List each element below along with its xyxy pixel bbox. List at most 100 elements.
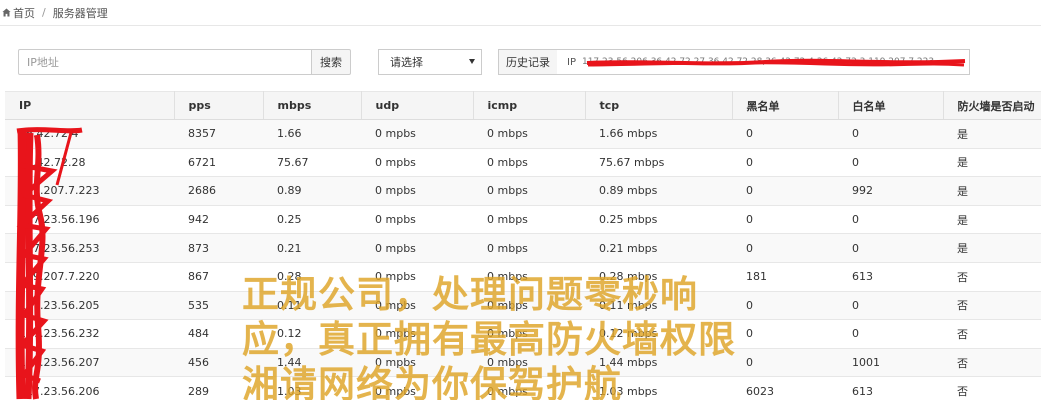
cell-udp: 0 mpbs <box>361 119 473 149</box>
column-header-firewall[interactable]: 防火墙是否启动 <box>943 91 1041 120</box>
cell-ip: 36.42.72.28 <box>5 148 174 178</box>
cell-blacklist: 0 <box>732 205 838 235</box>
table-row[interactable]: 117.23.56.253 873 0.21 0 mpbs 0 mbps 0.2… <box>5 233 1041 263</box>
cell-icmp: 0 mbps <box>473 262 585 292</box>
table-row[interactable]: 117.23.56.196 942 0.25 0 mpbs 0 mbps 0.2… <box>5 205 1041 235</box>
cell-ip: 117.23.56.207 <box>5 348 174 378</box>
cell-tcp: 0.25 mbps <box>585 205 732 235</box>
cell-pps: 2686 <box>174 176 263 206</box>
server-table: IP pps mbps udp icmp tcp 黑名单 白名单 防火墙是否启动… <box>5 91 1041 400</box>
column-header-tcp[interactable]: tcp <box>585 91 733 120</box>
cell-mbps: 75.67 <box>263 148 361 178</box>
cell-udp: 0 mpbs <box>361 148 473 178</box>
cell-udp: 0 mpbs <box>361 291 473 321</box>
server-select-value: 请选择 <box>390 56 423 69</box>
cell-udp: 0 mpbs <box>361 319 473 349</box>
table-row[interactable]: 117.23.56.232 484 0.12 0 mpbs 0 mbps 0.1… <box>5 319 1041 349</box>
cell-firewall: 否 <box>943 319 1041 349</box>
cell-tcp: 1.66 mbps <box>585 119 732 149</box>
breadcrumb-separator: / <box>42 6 46 19</box>
cell-mbps: 0.28 <box>263 262 361 292</box>
cell-firewall: 是 <box>943 205 1041 235</box>
cell-pps: 289 <box>174 376 263 400</box>
cell-udp: 0 mpbs <box>361 176 473 206</box>
history-label: 历史记录 <box>498 49 558 75</box>
table-row[interactable]: 117.23.56.205 535 0.11 0 mpbs 0 mbps 0.1… <box>5 291 1041 321</box>
cell-pps: 456 <box>174 348 263 378</box>
search-button[interactable]: 搜索 <box>311 49 351 75</box>
column-header-whitelist[interactable]: 白名单 <box>838 91 944 120</box>
cell-icmp: 0 mbps <box>473 233 585 263</box>
cell-udp: 0 mpbs <box>361 376 473 400</box>
cell-udp: 0 mpbs <box>361 348 473 378</box>
cell-firewall: 是 <box>943 233 1041 263</box>
column-header-udp[interactable]: udp <box>361 91 474 120</box>
cell-blacklist: 181 <box>732 262 838 292</box>
cell-udp: 0 mpbs <box>361 205 473 235</box>
cell-mbps: 1.44 <box>263 348 361 378</box>
cell-ip: 119.207.7.220 <box>5 262 174 292</box>
column-header-pps[interactable]: pps <box>174 91 264 120</box>
cell-mbps: 0.21 <box>263 233 361 263</box>
cell-tcp: 1.03 mbps <box>585 376 732 400</box>
toolbar: 搜索 请选择 历史记录 IP 117.23.56.206,36.42.72.27… <box>0 26 1041 90</box>
cell-whitelist: 1001 <box>838 348 943 378</box>
cell-icmp: 0 mbps <box>473 319 585 349</box>
cell-blacklist: 0 <box>732 291 838 321</box>
table-row[interactable]: 117.23.56.206 289 1.03 0 mpbs 0 mbps 1.0… <box>5 376 1041 400</box>
cell-blacklist: 0 <box>732 348 838 378</box>
cell-firewall: 否 <box>943 376 1041 400</box>
cell-firewall: 否 <box>943 348 1041 378</box>
cell-mbps: 1.66 <box>263 119 361 149</box>
column-header-blacklist[interactable]: 黑名单 <box>732 91 839 120</box>
cell-ip: 117.23.56.253 <box>5 233 174 263</box>
breadcrumb: 首页 / 服务器管理 <box>0 0 1041 26</box>
cell-ip: 117.23.56.196 <box>5 205 174 235</box>
cell-firewall: 是 <box>943 176 1041 206</box>
cell-icmp: 0 mbps <box>473 148 585 178</box>
cell-tcp: 1.44 mbps <box>585 348 732 378</box>
cell-pps: 484 <box>174 319 263 349</box>
cell-ip: 117.23.56.206 <box>5 376 174 400</box>
cell-firewall: 否 <box>943 291 1041 321</box>
cell-firewall: 否 <box>943 262 1041 292</box>
history-box[interactable]: IP 117.23.56.206,36.42.72.27,36.42.72.28… <box>557 49 970 75</box>
table-row[interactable]: 36.42.72.4 8357 1.66 0 mpbs 0 mbps 1.66 … <box>5 119 1041 149</box>
cell-ip: 117.23.56.232 <box>5 319 174 349</box>
cell-ip: 119.207.7.223 <box>5 176 174 206</box>
column-header-ip[interactable]: IP <box>5 91 175 120</box>
column-header-mbps[interactable]: mbps <box>263 91 362 120</box>
cell-blacklist: 0 <box>732 148 838 178</box>
cell-blacklist: 0 <box>732 319 838 349</box>
cell-mbps: 0.25 <box>263 205 361 235</box>
cell-tcp: 0.12 mbps <box>585 319 732 349</box>
table-header-row: IP pps mbps udp icmp tcp 黑名单 白名单 防火墙是否启动 <box>5 91 1041 120</box>
cell-blacklist: 0 <box>732 233 838 263</box>
cell-pps: 535 <box>174 291 263 321</box>
cell-pps: 8357 <box>174 119 263 149</box>
cell-ip: 117.23.56.205 <box>5 291 174 321</box>
cell-icmp: 0 mbps <box>473 376 585 400</box>
history-text: 117.23.56.206,36.42.72.27,36.42.72.28,36… <box>581 57 937 67</box>
cell-icmp: 0 mbps <box>473 205 585 235</box>
table-row[interactable]: 119.207.7.223 2686 0.89 0 mpbs 0 mbps 0.… <box>5 176 1041 206</box>
cell-pps: 942 <box>174 205 263 235</box>
cell-blacklist: 6023 <box>732 376 838 400</box>
cell-tcp: 0.21 mbps <box>585 233 732 263</box>
cell-icmp: 0 mbps <box>473 119 585 149</box>
table-row[interactable]: 117.23.56.207 456 1.44 0 mpbs 0 mbps 1.4… <box>5 348 1041 378</box>
column-header-icmp[interactable]: icmp <box>473 91 586 120</box>
cell-ip: 36.42.72.4 <box>5 119 174 149</box>
cell-whitelist: 0 <box>838 233 943 263</box>
cell-firewall: 是 <box>943 119 1041 149</box>
table-row[interactable]: 36.42.72.28 6721 75.67 0 mpbs 0 mbps 75.… <box>5 148 1041 178</box>
cell-mbps: 0.89 <box>263 176 361 206</box>
history-ip-prefix: IP <box>567 56 576 68</box>
cell-icmp: 0 mbps <box>473 348 585 378</box>
server-select[interactable]: 请选择 <box>378 49 482 75</box>
home-icon[interactable] <box>2 8 11 17</box>
table-row[interactable]: 119.207.7.220 867 0.28 0 mpbs 0 mbps 0.2… <box>5 262 1041 292</box>
cell-firewall: 是 <box>943 148 1041 178</box>
search-input[interactable] <box>18 49 312 75</box>
breadcrumb-home-link[interactable]: 首页 <box>13 5 35 21</box>
